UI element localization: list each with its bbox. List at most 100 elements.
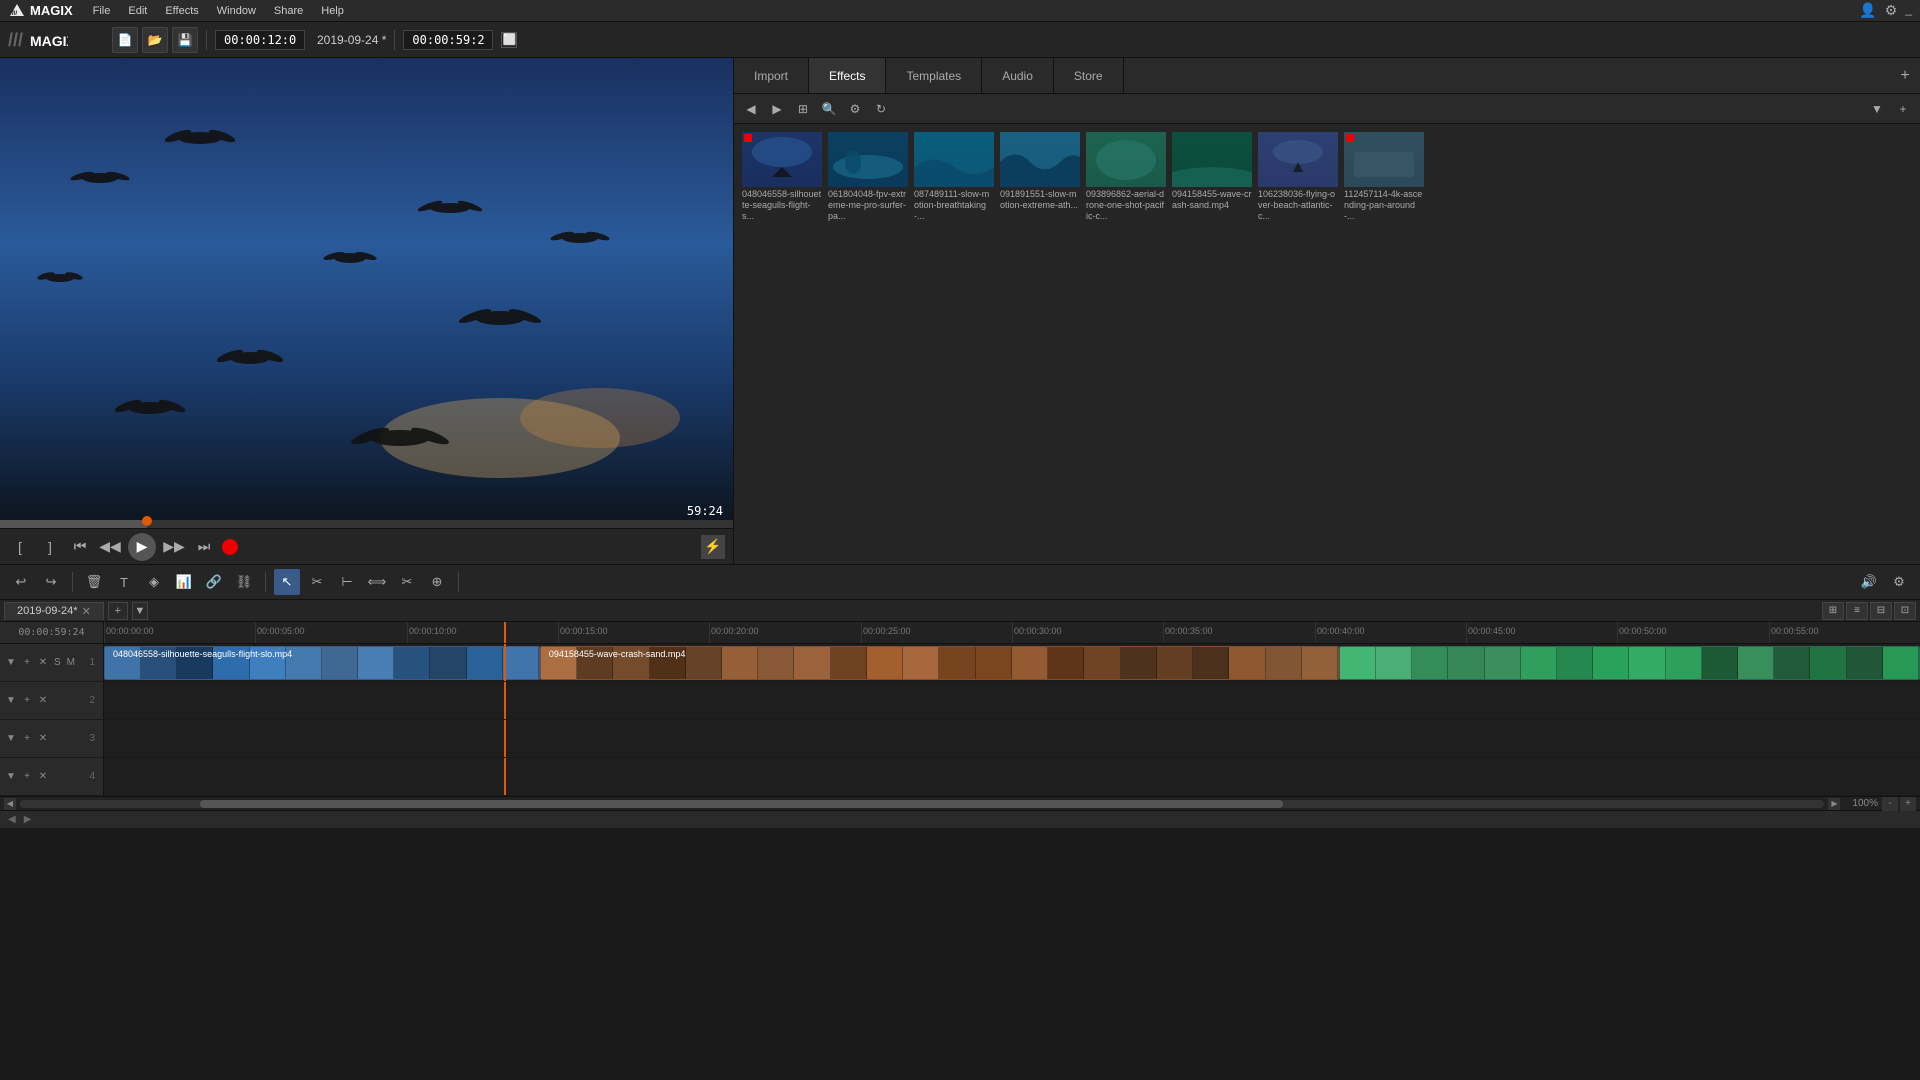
track-expand-2[interactable]: ▼	[4, 694, 18, 708]
track-expand-3[interactable]: ▼	[4, 732, 18, 746]
new-file-button[interactable]: 📄	[112, 27, 138, 53]
view-timeline-button[interactable]: ≡	[1846, 602, 1868, 620]
media-item-5[interactable]: 093896862-aerial-drone-one-shot-pacific-…	[1086, 132, 1166, 221]
save-file-button[interactable]: 💾	[172, 27, 198, 53]
track-remove-2[interactable]: ✕	[36, 694, 50, 708]
menu-window[interactable]: Window	[209, 3, 264, 19]
timeline-tab-close[interactable]: ✕	[82, 605, 91, 618]
chart-button[interactable]: 📊	[171, 569, 197, 595]
track-content-2[interactable]	[104, 682, 1920, 719]
razor-tool-button[interactable]: ✂	[304, 569, 330, 595]
preview-progress-bar[interactable]	[0, 520, 733, 528]
view-options-button[interactable]: ⚙	[1886, 569, 1912, 595]
tab-effects[interactable]: Effects	[809, 58, 886, 93]
scroll-left-arrow[interactable]: ◀	[4, 798, 16, 810]
fullscreen-button[interactable]: ⬜	[501, 32, 517, 48]
track-m-1[interactable]: M	[65, 657, 77, 668]
delete-button[interactable]: 🗑	[81, 569, 107, 595]
scissors-button[interactable]: ✂	[394, 569, 420, 595]
chain-button[interactable]: ⛓	[231, 569, 257, 595]
panel-add-button[interactable]: +	[1892, 98, 1914, 120]
zoom-in-button[interactable]: +	[1900, 797, 1916, 811]
next-clip-button[interactable]: ⏭	[192, 535, 216, 559]
timecode-right-input[interactable]	[403, 30, 493, 50]
tab-add-button[interactable]: +	[1890, 58, 1920, 93]
play-button[interactable]: ▶	[128, 533, 156, 561]
timeline-add-tab-button[interactable]: +	[108, 602, 128, 620]
next-frame-button[interactable]: ▶▶	[162, 535, 186, 559]
bookmark-button[interactable]: ◈	[141, 569, 167, 595]
mark-out-button[interactable]: ]	[38, 535, 62, 559]
view-fit-button[interactable]: ⊡	[1894, 602, 1916, 620]
track-content-1[interactable]: 048046558-silhouette-seagulls-flight-slo…	[104, 644, 1920, 681]
track-add-1[interactable]: +	[20, 656, 34, 670]
open-file-button[interactable]: 📂	[142, 27, 168, 53]
preview-progress-marker[interactable]	[142, 516, 152, 526]
track-add-2[interactable]: +	[20, 694, 34, 708]
timeline-tab[interactable]: 2019-09-24* ✕	[4, 602, 104, 620]
settings-icon[interactable]: ⚙	[1885, 2, 1898, 19]
menu-help[interactable]: Help	[313, 3, 352, 19]
panel-dropdown-button[interactable]: ▼	[1866, 98, 1888, 120]
menu-share[interactable]: Share	[266, 3, 311, 19]
track-content-4[interactable]	[104, 758, 1920, 795]
volume-button[interactable]: 🔊	[1856, 569, 1882, 595]
track-remove-4[interactable]: ✕	[36, 770, 50, 784]
track-s-1[interactable]: S	[52, 657, 63, 668]
view-multitrack-button[interactable]: ⊟	[1870, 602, 1892, 620]
undo-button[interactable]: ↩	[8, 569, 34, 595]
record-button[interactable]	[222, 539, 238, 555]
tab-store[interactable]: Store	[1054, 58, 1124, 93]
timeline-ruler[interactable]: 00:00:00:0000:00:05:0000:00:10:0000:00:1…	[104, 622, 1920, 643]
track-content-3[interactable]	[104, 720, 1920, 757]
fast-render-button[interactable]: ⚡	[701, 535, 725, 559]
timeline-dropdown-button[interactable]: ▼	[132, 602, 148, 620]
timecode-input[interactable]	[215, 30, 305, 50]
media-item-6[interactable]: 094158455-wave-crash-sand.mp4	[1172, 132, 1252, 221]
select-tool-button[interactable]: ↖	[274, 569, 300, 595]
zoom-out-button[interactable]: -	[1882, 797, 1898, 811]
minimize-icon[interactable]: _	[1905, 2, 1912, 19]
panel-search-button[interactable]: 🔍	[818, 98, 840, 120]
tab-audio[interactable]: Audio	[982, 58, 1054, 93]
scroll-track[interactable]	[20, 800, 1824, 808]
media-item-7[interactable]: 106238036-flying-over-beach-atlantic-c..…	[1258, 132, 1338, 221]
tab-import[interactable]: Import	[734, 58, 809, 93]
panel-back-button[interactable]: ◀	[740, 98, 762, 120]
link-button[interactable]: 🔗	[201, 569, 227, 595]
tab-templates[interactable]: Templates	[886, 58, 982, 93]
clip-1-0[interactable]: 048046558-silhouette-seagulls-flight-slo…	[104, 646, 540, 680]
mark-in-button[interactable]: [	[8, 535, 32, 559]
media-item-3[interactable]: 087489111-slow-motion-breathtaking-...	[914, 132, 994, 221]
track-expand-1[interactable]: ▼	[4, 656, 18, 670]
menu-effects[interactable]: Effects	[157, 3, 206, 19]
trim-tool-button[interactable]: ⊢	[334, 569, 360, 595]
media-item-2[interactable]: 061804048-fpv-extreme-me-pro-surfer-pa..…	[828, 132, 908, 221]
split-tool-button[interactable]: ⟺	[364, 569, 390, 595]
track-add-4[interactable]: +	[20, 770, 34, 784]
view-storyboard-button[interactable]: ⊞	[1822, 602, 1844, 620]
track-add-3[interactable]: +	[20, 732, 34, 746]
media-item-1[interactable]: 048046558-silhouette-seagulls-flight-s..…	[742, 132, 822, 221]
track-expand-4[interactable]: ▼	[4, 770, 18, 784]
panel-settings-button[interactable]: ⚙	[844, 98, 866, 120]
panel-forward-button[interactable]: ▶	[766, 98, 788, 120]
menu-file[interactable]: File	[85, 3, 119, 19]
panel-grid-button[interactable]: ⊞	[792, 98, 814, 120]
media-item-4[interactable]: 091891551-slow-motion-extreme-ath...	[1000, 132, 1080, 221]
redo-button[interactable]: ↪	[38, 569, 64, 595]
prev-clip-button[interactable]: ⏮	[68, 535, 92, 559]
clip-1-2[interactable]	[1339, 646, 1920, 680]
media-item-8[interactable]: 112457114-4k-ascending-pan-around-...	[1344, 132, 1424, 221]
insert-button[interactable]: ⊕	[424, 569, 450, 595]
scroll-thumb[interactable]	[200, 800, 1283, 808]
user-icon[interactable]: 👤	[1859, 2, 1876, 19]
menu-edit[interactable]: Edit	[120, 3, 155, 19]
panel-refresh-button[interactable]: ↻	[870, 98, 892, 120]
scroll-right-arrow[interactable]: ▶	[1828, 798, 1840, 810]
track-remove-3[interactable]: ✕	[36, 732, 50, 746]
clip-1-1[interactable]: 094158455-wave-crash-sand.mp4	[540, 646, 1339, 680]
prev-frame-button[interactable]: ◀◀	[98, 535, 122, 559]
track-remove-1[interactable]: ✕	[36, 656, 50, 670]
text-tool-button[interactable]: T	[111, 569, 137, 595]
